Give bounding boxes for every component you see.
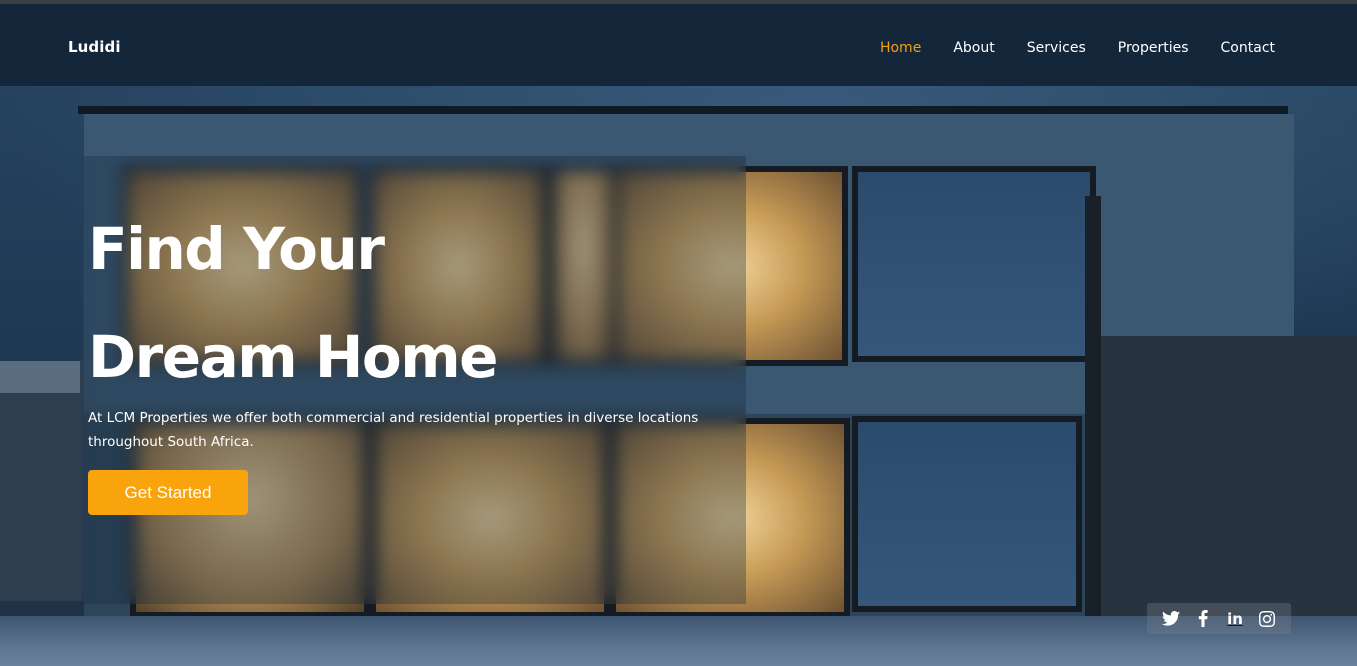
hero-title: Find Your Dream Home bbox=[88, 195, 499, 411]
tree-trunk bbox=[1085, 196, 1101, 666]
main-nav: Home About Services Properties Contact bbox=[880, 38, 1275, 58]
instagram-icon[interactable] bbox=[1256, 608, 1278, 630]
hero-title-line2: Dream Home bbox=[88, 323, 499, 391]
brand-logo[interactable]: Ludidi bbox=[68, 38, 121, 56]
nav-about[interactable]: About bbox=[953, 38, 994, 58]
window bbox=[852, 166, 1096, 362]
hero-title-line1: Find Your bbox=[88, 215, 385, 283]
nav-home[interactable]: Home bbox=[880, 38, 921, 58]
nav-contact[interactable]: Contact bbox=[1221, 38, 1275, 58]
nav-properties[interactable]: Properties bbox=[1118, 38, 1189, 58]
social-links: in bbox=[1147, 603, 1291, 634]
twitter-icon[interactable] bbox=[1160, 608, 1182, 630]
facebook-icon[interactable] bbox=[1192, 608, 1214, 630]
neighbor-roof bbox=[0, 361, 80, 393]
site-header: Ludidi Home About Services Properties Co… bbox=[0, 4, 1357, 86]
linkedin-icon[interactable]: in bbox=[1224, 608, 1246, 630]
get-started-button[interactable]: Get Started bbox=[88, 470, 248, 515]
nav-services[interactable]: Services bbox=[1027, 38, 1086, 58]
hero-subtitle: At LCM Properties we offer both commerci… bbox=[88, 410, 699, 450]
neighbor-house bbox=[0, 361, 84, 601]
window bbox=[852, 416, 1082, 612]
house-roof bbox=[78, 106, 1288, 114]
